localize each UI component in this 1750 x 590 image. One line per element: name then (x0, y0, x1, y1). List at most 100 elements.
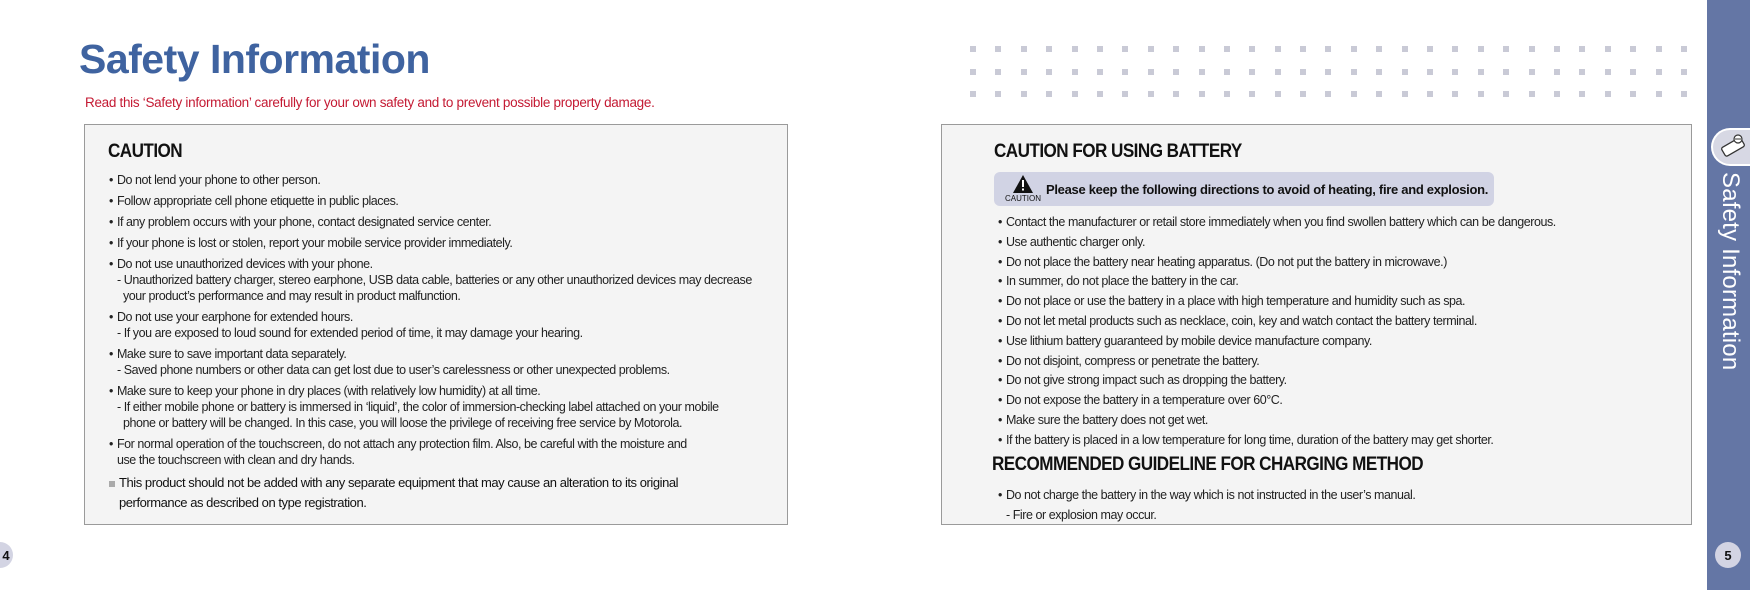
decorative-dot (1401, 91, 1408, 97)
decorative-dot (1604, 91, 1611, 97)
list-item: Do not disjoint, compress or penetrate t… (998, 352, 1688, 372)
decorative-dot (1553, 91, 1560, 97)
list-item-text: Do not lend your phone to other person. (109, 172, 789, 188)
decorative-dot (1173, 46, 1180, 52)
decorative-dot (1274, 46, 1281, 52)
caution-triangle-icon (1013, 175, 1033, 193)
decorative-dot (970, 68, 976, 75)
list-item: If your phone is lost or stolen, report … (109, 235, 789, 251)
list-item: Do not give strong impact such as droppi… (998, 371, 1688, 391)
list-item: Do not lend your phone to other person. (109, 172, 789, 188)
decorative-dot (1122, 68, 1129, 75)
decorative-dot (970, 46, 976, 52)
decorative-dot (970, 91, 976, 97)
decorative-dot (1579, 91, 1586, 97)
page-title: Safety Information (79, 36, 430, 82)
list-item: Make sure the battery does not get wet. (998, 411, 1688, 431)
battery-heading: CAUTION FOR USING BATTERY (994, 141, 1242, 162)
list-item-text: Follow appropriate cell phone etiquette … (109, 193, 789, 209)
list-item: Make sure to keep your phone in dry plac… (109, 383, 789, 431)
decorative-dot (1553, 68, 1560, 75)
registration-note: This product should not be added with an… (109, 473, 789, 513)
decorative-dot (1350, 46, 1357, 52)
decorative-dot (1655, 46, 1662, 52)
decorative-dot (1223, 68, 1230, 75)
decorative-dot (1173, 68, 1180, 75)
list-item-text: Make sure to keep your phone in dry plac… (109, 383, 789, 399)
decorative-dot (1173, 91, 1180, 97)
list-item-text: For normal operation of the touchscreen,… (109, 436, 789, 452)
decorative-dot (1401, 68, 1408, 75)
battery-panel: CAUTION FOR USING BATTERY CAUTION Please… (941, 124, 1692, 525)
list-item-text: If any problem occurs with your phone, c… (109, 214, 789, 230)
charging-list: Do not charge the battery in the way whi… (998, 485, 1688, 525)
list-item: Use authentic charger only. (998, 233, 1688, 253)
decorative-dot (1503, 68, 1510, 75)
sidebar-section-label: Safety Information (1717, 172, 1744, 371)
list-subitem: your product’s performance and may resul… (123, 289, 461, 303)
sidebar-tab (1711, 128, 1750, 166)
list-item: Follow appropriate cell phone etiquette … (109, 193, 789, 209)
caution-heading: CAUTION (108, 141, 183, 162)
list-item-text: If your phone is lost or stolen, report … (109, 235, 789, 251)
decorative-dot (1122, 46, 1129, 52)
list-item: Do not let metal products such as neckla… (998, 312, 1688, 332)
decorative-dot (1528, 68, 1535, 75)
page-number-right: 5 (1715, 542, 1741, 568)
list-item: Contact the manufacturer or retail store… (998, 213, 1688, 233)
page-subtitle: Read this ‘Safety information’ carefully… (85, 95, 655, 110)
list-subitem: - If either mobile phone or battery is i… (117, 400, 719, 414)
decorative-dot (1680, 46, 1687, 52)
page-number-text: 4 (2, 547, 10, 563)
list-item: If the battery is placed in a low temper… (998, 431, 1688, 451)
caution-icon: CAUTION (1004, 173, 1042, 205)
decorative-dot (1528, 46, 1535, 52)
decorative-dot (1376, 46, 1383, 52)
decorative-dot (995, 68, 1002, 75)
decorative-dot (1046, 91, 1053, 97)
list-item: Do not use your earphone for extended ho… (109, 309, 789, 341)
list-subitem: - Saved phone numbers or other data can … (117, 363, 670, 377)
decorative-dot (1477, 91, 1484, 97)
list-item: Do not use unauthorized devices with you… (109, 256, 789, 304)
decorative-dot (1071, 46, 1078, 52)
decorative-dot (1579, 46, 1586, 52)
warning-banner-text: Please keep the following directions to … (1046, 181, 1489, 197)
list-item: Do not place or use the battery in a pla… (998, 292, 1688, 312)
decorative-dot (1096, 68, 1103, 75)
list-item-text: Make sure to save important data separat… (109, 346, 789, 362)
decorative-dot (1249, 91, 1256, 97)
decorative-dot (1122, 91, 1129, 97)
decorative-dot (1300, 46, 1307, 52)
decorative-dot (1300, 68, 1307, 75)
decorative-dot (1325, 68, 1332, 75)
list-item: If any problem occurs with your phone, c… (109, 214, 789, 230)
decorative-dot (1198, 91, 1205, 97)
charging-heading: RECOMMENDED GUIDELINE FOR CHARGING METHO… (992, 454, 1424, 475)
decorative-dot (1249, 46, 1256, 52)
decorative-dot (1655, 68, 1662, 75)
list-subitem: - If you are exposed to loud sound for e… (117, 326, 583, 340)
caution-panel: CAUTION Do not lend your phone to other … (84, 124, 788, 525)
decorative-dot (1680, 91, 1687, 97)
decorative-dot (1325, 91, 1332, 97)
phone-icon (1721, 134, 1745, 157)
decorative-dot (1198, 68, 1205, 75)
decorative-dot (1604, 68, 1611, 75)
list-item: Do not place the battery near heating ap… (998, 253, 1688, 273)
decorative-dot (1046, 46, 1053, 52)
decorative-dot (1350, 68, 1357, 75)
decorative-dot (1147, 91, 1154, 97)
decorative-dot (1376, 91, 1383, 97)
decorative-dot (1274, 68, 1281, 75)
list-item: Do not expose the battery in a temperatu… (998, 391, 1688, 411)
list-subitem: use the touchscreen with clean and dry h… (117, 453, 355, 467)
caution-list: Do not lend your phone to other person. F… (109, 172, 789, 513)
list-item: Use lithium battery guaranteed by mobile… (998, 332, 1688, 352)
list-item-text: Do not use unauthorized devices with you… (109, 256, 789, 272)
decorative-dot (1325, 46, 1332, 52)
decorative-dot (1427, 46, 1434, 52)
decorative-dot (1020, 91, 1027, 97)
list-subitem: phone or battery will be changed. In thi… (123, 416, 682, 430)
decorative-dot (1604, 46, 1611, 52)
